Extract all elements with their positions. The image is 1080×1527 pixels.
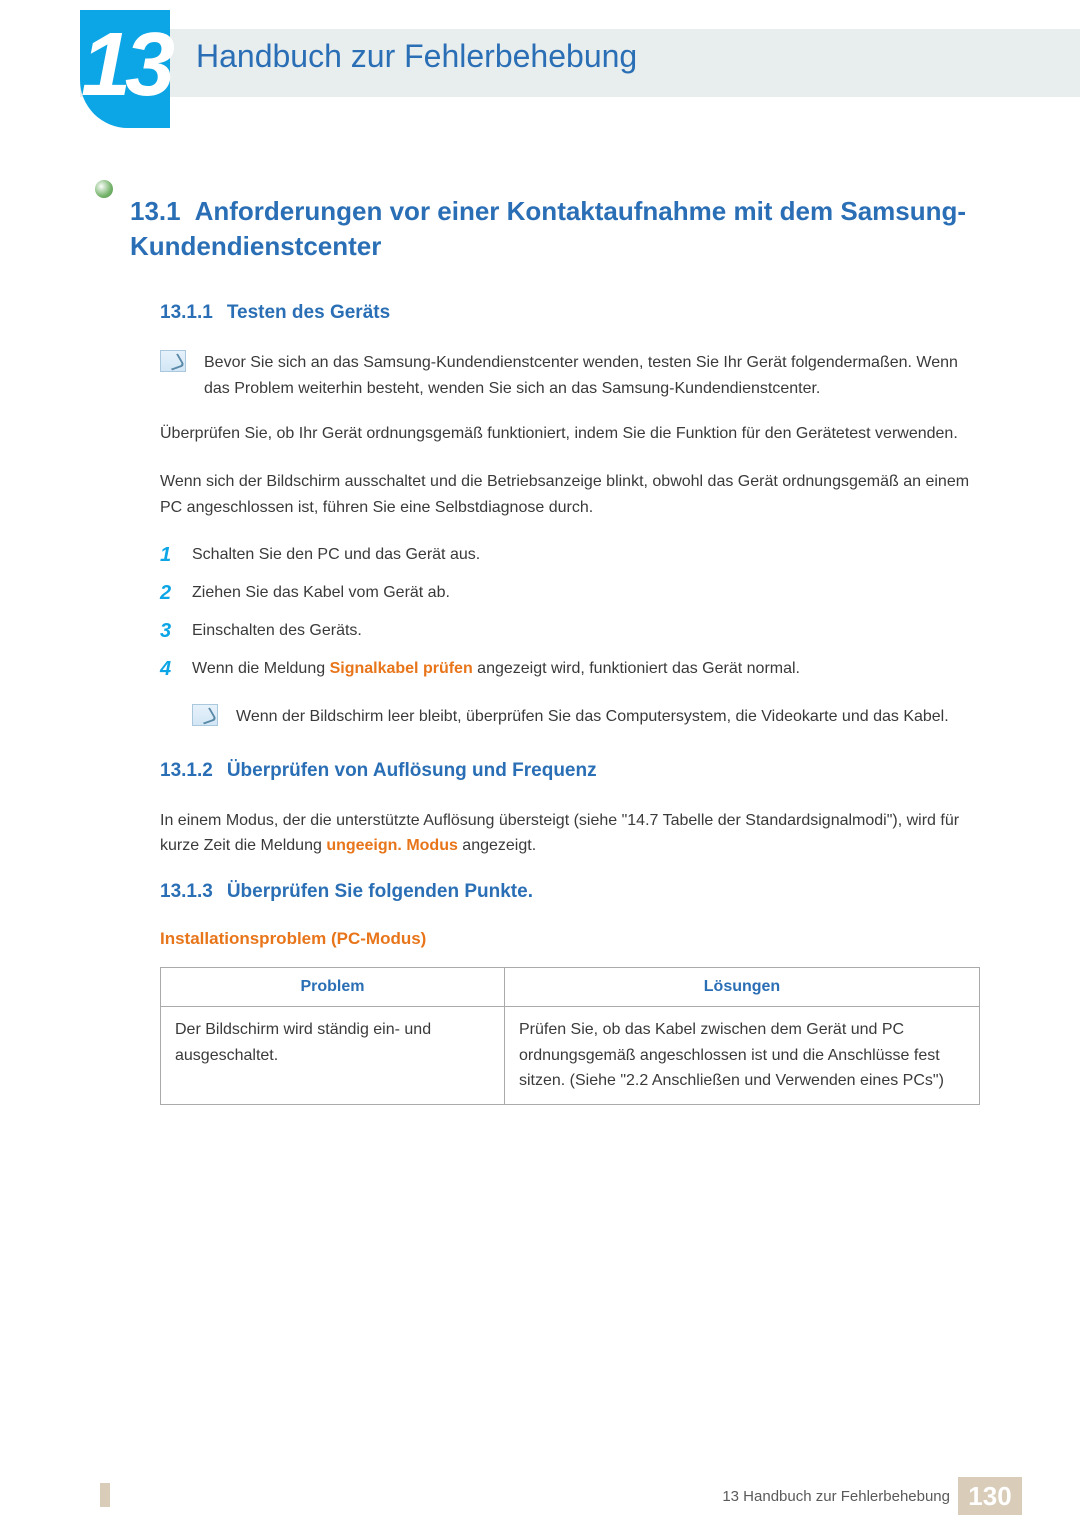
step4-pre: Wenn die Meldung <box>192 660 330 677</box>
list-text: Wenn die Meldung Signalkabel prüfen ange… <box>192 656 800 682</box>
chapter-number: 13 <box>81 20 169 110</box>
page-footer: 13 Handbuch zur Fehlerbehebung 130 <box>0 1481 1080 1527</box>
problem-table: Problem Lösungen Der Bildschirm wird stä… <box>160 967 980 1105</box>
subsection-number: 13.1.3 <box>160 881 213 902</box>
footer-accent-bar <box>100 1483 110 1507</box>
page-content: 13.1Anforderungen vor einer Kontaktaufna… <box>130 194 980 1105</box>
subsection-heading: 13.1.3 Überprüfen Sie folgenden Punkte. <box>160 881 980 903</box>
note-block: Bevor Sie sich an das Samsung-Kundendien… <box>160 350 980 401</box>
subsection-number: 13.1.1 <box>160 302 213 323</box>
note-icon <box>160 350 186 372</box>
chapter-title: Handbuch zur Fehlerbehebung <box>196 38 637 75</box>
highlight-text: ungeeign. Modus <box>326 837 458 854</box>
list-item: 4 Wenn die Meldung Signalkabel prüfen an… <box>160 656 980 682</box>
body-paragraph: Überprüfen Sie, ob Ihr Gerät ordnungsgem… <box>160 421 980 447</box>
subsection-title-text: Testen des Geräts <box>227 302 390 323</box>
subsection-heading: 13.1.2 Überprüfen von Auflösung und Frequ… <box>160 760 980 782</box>
list-index: 2 <box>160 580 178 606</box>
table-cell-problem: Der Bildschirm wird ständig ein- und aus… <box>161 1006 505 1104</box>
list-index: 1 <box>160 542 178 568</box>
numbered-list: 1 Schalten Sie den PC und das Gerät aus.… <box>160 542 980 682</box>
footer-text: 13 Handbuch zur Fehlerbehebung <box>722 1488 950 1505</box>
subsection-title-text: Überprüfen von Auflösung und Frequenz <box>227 760 597 781</box>
body-paragraph: In einem Modus, der die unterstützte Auf… <box>160 808 980 859</box>
subsection-title-text: Überprüfen Sie folgenden Punkte. <box>227 881 533 902</box>
table-header: Problem <box>161 967 505 1006</box>
note-icon <box>192 704 218 726</box>
table-header: Lösungen <box>504 967 979 1006</box>
section-number: 13.1 <box>130 196 181 226</box>
note-text: Wenn der Bildschirm leer bleibt, überprü… <box>236 704 949 730</box>
p-pre: In einem Modus, der die unterstützte Auf… <box>160 812 959 855</box>
decorative-dot-icon <box>95 180 113 198</box>
highlight-text: Signalkabel prüfen <box>330 660 473 677</box>
body-paragraph: Wenn sich der Bildschirm ausschaltet und… <box>160 469 980 520</box>
list-index: 3 <box>160 618 178 644</box>
p-post: angezeigt. <box>458 837 536 854</box>
table-cell-solution: Prüfen Sie, ob das Kabel zwischen dem Ge… <box>504 1006 979 1104</box>
subsection-number: 13.1.2 <box>160 760 213 781</box>
list-item: 1 Schalten Sie den PC und das Gerät aus. <box>160 542 980 568</box>
table-row: Der Bildschirm wird ständig ein- und aus… <box>161 1006 980 1104</box>
list-text: Einschalten des Geräts. <box>192 618 362 644</box>
chapter-badge: 13 <box>80 10 170 128</box>
page-number: 130 <box>958 1477 1022 1515</box>
note-text: Bevor Sie sich an das Samsung-Kundendien… <box>204 350 980 401</box>
group-heading: Installationsproblem (PC-Modus) <box>160 929 980 949</box>
section-heading: 13.1Anforderungen vor einer Kontaktaufna… <box>130 194 980 264</box>
list-text: Ziehen Sie das Kabel vom Gerät ab. <box>192 580 450 606</box>
step4-tail: angezeigt wird, funktioniert das Gerät n… <box>473 660 800 677</box>
nested-note-block: Wenn der Bildschirm leer bleibt, überprü… <box>192 704 980 730</box>
list-item: 3 Einschalten des Geräts. <box>160 618 980 644</box>
subsection-heading: 13.1.1 Testen des Geräts <box>160 302 980 324</box>
list-index: 4 <box>160 656 178 682</box>
section-title-text: Anforderungen vor einer Kontaktaufnahme … <box>130 196 966 261</box>
list-text: Schalten Sie den PC und das Gerät aus. <box>192 542 480 568</box>
list-item: 2 Ziehen Sie das Kabel vom Gerät ab. <box>160 580 980 606</box>
